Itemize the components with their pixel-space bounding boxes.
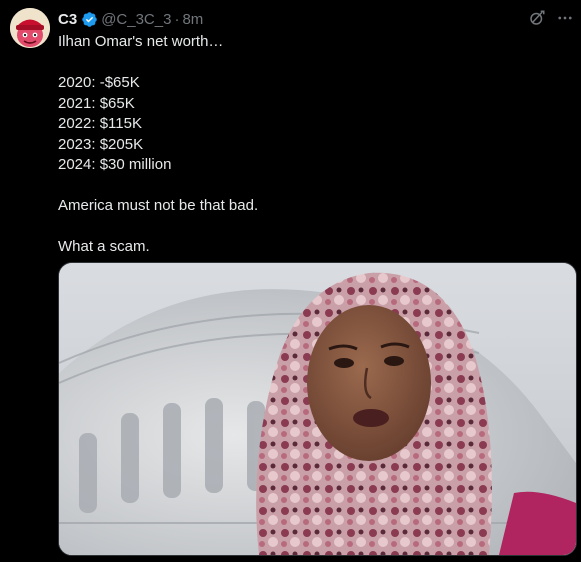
author-display-name[interactable]: C3 [58, 11, 77, 28]
more-options-button[interactable] [555, 8, 575, 28]
grok-icon [530, 10, 545, 25]
tweet-header: C3 @C_3C_3 · 8m [58, 9, 203, 29]
tweet[interactable]: C3 @C_3C_3 · 8m Ilhan Omar's net worth… … [0, 0, 581, 562]
text-line: 2022: $115K [58, 115, 142, 132]
more-horizontal-icon [558, 16, 572, 20]
text-line: What a scam. [58, 238, 150, 255]
separator-dot: · [174, 10, 180, 28]
avatar-red-cap-icon [10, 8, 50, 48]
tweet-media-photo[interactable] [58, 262, 577, 556]
text-line: Ilhan Omar's net worth… [58, 33, 224, 50]
text-line: 2023: $205K [58, 135, 144, 153]
photo-woman-headscarf-capitol-dome [59, 263, 576, 555]
author-handle[interactable]: @C_3C_3 [101, 11, 171, 28]
author-avatar[interactable] [10, 8, 50, 48]
text-line: 2024: $30 million [58, 156, 172, 173]
verified-badge-icon [82, 11, 97, 27]
text-line: 2021: $65K [58, 94, 135, 112]
post-timestamp[interactable]: 8m [182, 11, 203, 28]
tweet-text: Ilhan Omar's net worth… 2020: -$65K 2021… [58, 32, 568, 258]
grok-button[interactable] [527, 8, 547, 28]
text-line: America must not be that bad. [58, 197, 259, 214]
text-line: 2020: -$65K [58, 74, 140, 91]
